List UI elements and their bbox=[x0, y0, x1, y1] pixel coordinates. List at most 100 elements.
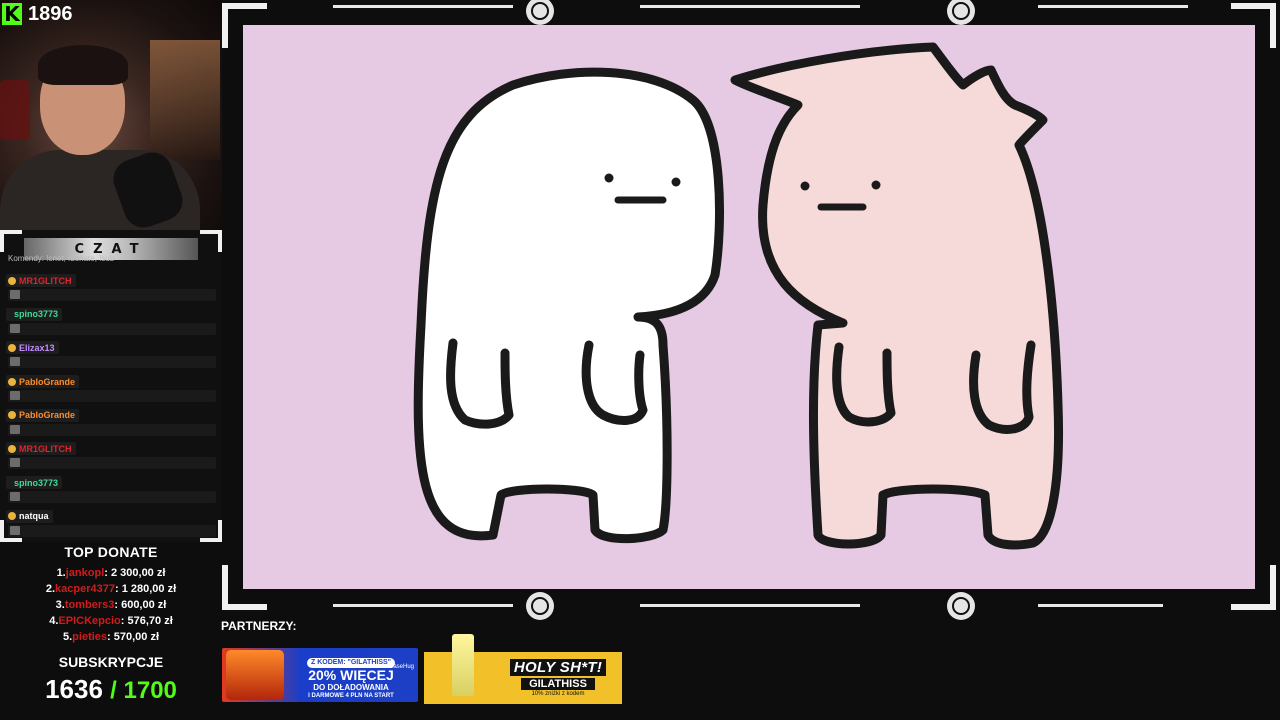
partner-banner-holy[interactable]: HOLY SH*T! GILATHISS 10% zniżki z kodem bbox=[424, 632, 622, 704]
chat-message-body bbox=[8, 524, 216, 537]
promo-subheadline: DO DOŁADOWANIA bbox=[313, 682, 389, 692]
badge-icon bbox=[8, 512, 16, 521]
subscriptions-title: SUBSKRYPCJE bbox=[58, 654, 164, 670]
chat-message: spino3773 bbox=[6, 473, 218, 507]
chat-message: PabloGrande bbox=[6, 406, 218, 440]
donate-amount: : 1 280,00 zł bbox=[114, 583, 177, 595]
chat-message-body bbox=[8, 457, 216, 470]
donate-rank: 1. bbox=[56, 567, 66, 579]
donate-entry: 3.tombers3: 600,00 zł bbox=[0, 597, 222, 613]
chat-message: natqua bbox=[6, 507, 218, 541]
promo-note: I DARMOWE 4 PLN NA START bbox=[308, 692, 394, 699]
cartoon-scene bbox=[243, 25, 1255, 589]
subscriptions-counter: 1636 / 1700 bbox=[0, 674, 222, 705]
chat-username-tag: Elizax13 bbox=[6, 341, 59, 355]
chat-username-tag: MR1GLITCH bbox=[6, 442, 76, 456]
donor-name: pieties bbox=[72, 631, 108, 643]
chat-username-tag: PabloGrande bbox=[6, 375, 80, 389]
donate-rank: 3. bbox=[55, 599, 65, 611]
product-can-icon bbox=[452, 634, 474, 696]
chat-username[interactable]: spino3773 bbox=[8, 309, 58, 319]
chat-avatar-icon bbox=[10, 323, 20, 333]
donate-entry: 1.jankopl: 2 300,00 zł bbox=[0, 565, 222, 581]
chat-username-tag: spino3773 bbox=[6, 476, 63, 490]
frame-line bbox=[640, 604, 860, 607]
kick-logo-icon: K bbox=[2, 3, 22, 25]
badge-icon bbox=[8, 411, 16, 420]
chat-username-tag: MR1GLITCH bbox=[6, 274, 76, 287]
chat-username[interactable]: spino3773 bbox=[8, 478, 58, 488]
chat-message: Elizax13 bbox=[6, 338, 218, 372]
badge-icon bbox=[8, 377, 16, 386]
frame-line bbox=[1038, 604, 1163, 607]
promo-note: 10% zniżki z kodem bbox=[531, 691, 585, 697]
subscriptions-current: 1636 bbox=[45, 674, 103, 704]
partner-brand: CaseHug bbox=[388, 664, 414, 670]
cartoon-illustration bbox=[413, 42, 1063, 550]
chat-message: MR1GLITCH bbox=[6, 439, 218, 473]
chat-username[interactable]: MR1GLITCH bbox=[19, 444, 72, 454]
chat-avatar-icon bbox=[10, 458, 20, 468]
donor-name: kacper4377 bbox=[55, 583, 115, 595]
chat-username-tag: spino3773 bbox=[6, 307, 63, 321]
chat-frame-corner bbox=[200, 230, 222, 252]
chat-username[interactable]: PabloGrande bbox=[19, 377, 75, 387]
webcam-background-lamp bbox=[150, 40, 220, 160]
donor-name: EPICKepcio bbox=[58, 615, 121, 627]
chat-avatar-icon bbox=[10, 357, 20, 367]
treasure-chest-icon bbox=[226, 650, 284, 700]
frame-line bbox=[640, 5, 860, 8]
chat-message-body bbox=[8, 491, 216, 504]
chat-avatar-icon bbox=[10, 290, 20, 299]
donate-entry: 5.pieties: 570,00 zł bbox=[0, 629, 222, 645]
promo-code-label: Z KODEM: "GILATHISS" bbox=[306, 657, 395, 668]
white-character bbox=[413, 67, 725, 544]
webcam-background-light bbox=[0, 80, 30, 140]
chat-avatar-icon bbox=[10, 492, 20, 502]
badge-icon bbox=[8, 444, 16, 453]
chat-panel: CZAT Komendy: !cnet, !donate, !sub MR1GL… bbox=[0, 230, 222, 542]
chat-message: PabloGrande bbox=[6, 372, 218, 406]
webcam-feed bbox=[0, 0, 222, 230]
chat-username-tag: PabloGrande bbox=[6, 408, 80, 422]
top-donate-panel: TOP DONATE 1.jankopl: 2 300,00 zł 2.kacp… bbox=[0, 544, 222, 645]
chat-message-body bbox=[8, 390, 216, 403]
donate-amount: : 600,00 zł bbox=[114, 599, 167, 611]
subscriptions-goal: / 1700 bbox=[110, 677, 177, 704]
top-donate-title: TOP DONATE bbox=[64, 544, 158, 560]
chat-username-tag: natqua bbox=[6, 509, 53, 523]
emblem-icon bbox=[526, 592, 554, 620]
promo-headline: 20% WIĘCEJ bbox=[308, 667, 394, 684]
donate-entry: 4.EPICKepcio: 576,70 zł bbox=[0, 613, 222, 629]
partner-banner-casehug[interactable]: Z KODEM: "GILATHISS" 20% WIĘCEJ DO DOŁAD… bbox=[222, 648, 418, 702]
chat-message: MR1GLITCH bbox=[6, 271, 218, 305]
chat-username[interactable]: Elizax13 bbox=[19, 343, 55, 353]
frame-line bbox=[333, 604, 513, 607]
streamer-hair bbox=[38, 45, 128, 85]
chat-username[interactable]: natqua bbox=[19, 511, 49, 521]
pink-character bbox=[730, 42, 1063, 550]
chat-message-body bbox=[8, 423, 216, 436]
chat-avatar-icon bbox=[10, 525, 20, 535]
viewer-count: 1896 bbox=[28, 2, 73, 25]
donate-amount: : 2 300,00 zł bbox=[104, 567, 166, 579]
donor-name: tombers3 bbox=[64, 599, 115, 611]
chat-commands: Komendy: !cnet, !donate, !sub bbox=[8, 254, 115, 263]
donate-rank: 2. bbox=[45, 583, 56, 595]
frame-line bbox=[333, 5, 513, 8]
donate-amount: : 570,00 zł bbox=[107, 631, 160, 643]
chat-message-body bbox=[8, 322, 216, 335]
donor-name: jankopl bbox=[65, 567, 105, 579]
emblem-icon bbox=[947, 592, 975, 620]
badge-icon bbox=[8, 276, 16, 285]
donate-entry: 2.kacper4377: 1 280,00 zł bbox=[0, 581, 222, 597]
chat-message-body bbox=[8, 356, 216, 369]
donate-rank: 5. bbox=[62, 631, 73, 643]
promo-headline: HOLY SH*T! bbox=[509, 659, 607, 676]
viewer-count-badge: K 1896 bbox=[0, 0, 110, 28]
chat-username[interactable]: PabloGrande bbox=[19, 410, 75, 420]
chat-username[interactable]: MR1GLITCH bbox=[19, 276, 72, 286]
frame-line bbox=[1038, 5, 1188, 8]
promo-code: GILATHISS bbox=[521, 678, 595, 690]
chat-frame-corner bbox=[0, 230, 22, 252]
